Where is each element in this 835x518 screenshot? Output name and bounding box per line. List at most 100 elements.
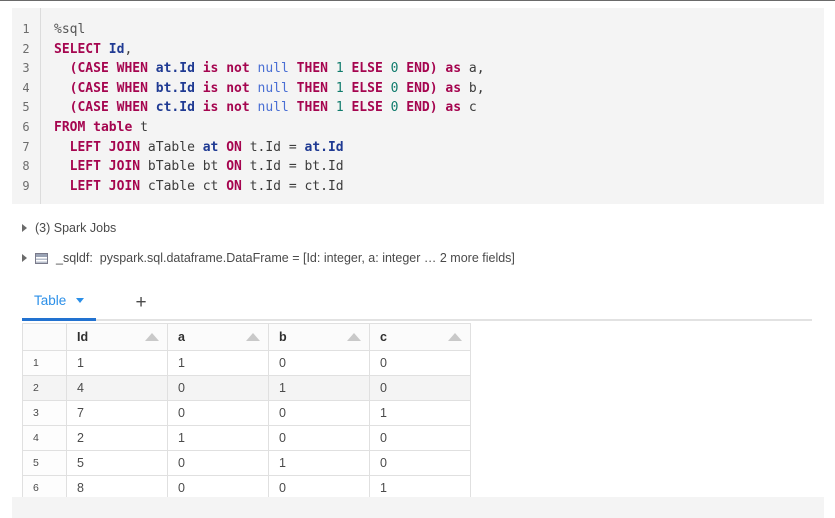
code-line-text: (CASE WHEN bt.Id is not null THEN 1 ELSE… bbox=[40, 79, 485, 99]
code-token: null bbox=[258, 61, 289, 76]
line-number: 6 bbox=[12, 118, 40, 138]
tab-table[interactable]: Table bbox=[22, 283, 96, 321]
code-token: a, bbox=[461, 61, 484, 76]
table-cell: 2 bbox=[67, 426, 168, 451]
sql-code-cell[interactable]: 1%sql2SELECT Id,3 (CASE WHEN at.Id is no… bbox=[12, 8, 824, 204]
spark-jobs-label: (3) Spark Jobs bbox=[35, 221, 116, 235]
column-header-b[interactable]: b bbox=[269, 324, 370, 351]
table-cell: 0 bbox=[370, 351, 471, 376]
code-token bbox=[195, 61, 203, 76]
table-row[interactable]: 24010 bbox=[23, 376, 471, 401]
column-header-label: a bbox=[178, 330, 185, 344]
code-line: 6 FROM table t bbox=[12, 118, 824, 138]
table-cell: 1 bbox=[168, 426, 269, 451]
code-token: aTable bbox=[140, 140, 203, 155]
code-token: 1 bbox=[336, 61, 344, 76]
code-token bbox=[328, 81, 336, 96]
code-line: 7 LEFT JOIN aTable at ON t.Id = at.Id bbox=[12, 138, 824, 158]
table-row[interactable]: 55010 bbox=[23, 451, 471, 476]
row-index-cell: 5 bbox=[23, 451, 67, 476]
code-token: t.Id = ct.Id bbox=[242, 179, 344, 194]
line-number: 9 bbox=[12, 177, 40, 197]
row-index-cell: 3 bbox=[23, 401, 67, 426]
sort-ascending-icon[interactable] bbox=[145, 333, 159, 341]
code-line: 2SELECT Id, bbox=[12, 40, 824, 60]
table-cell: 5 bbox=[67, 451, 168, 476]
code-token: END) bbox=[406, 100, 437, 115]
code-token: 1 bbox=[336, 81, 344, 96]
row-index-cell: 2 bbox=[23, 376, 67, 401]
code-token: t bbox=[132, 120, 148, 135]
code-token bbox=[383, 100, 391, 115]
code-token bbox=[328, 61, 336, 76]
code-token bbox=[54, 61, 70, 76]
code-line: 4 (CASE WHEN bt.Id is not null THEN 1 EL… bbox=[12, 79, 824, 99]
line-number: 2 bbox=[12, 40, 40, 60]
code-token: is not bbox=[203, 81, 250, 96]
spark-jobs-row[interactable]: (3) Spark Jobs bbox=[22, 221, 116, 235]
table-cell: 1 bbox=[269, 376, 370, 401]
row-index-cell: 4 bbox=[23, 426, 67, 451]
code-token: null bbox=[258, 81, 289, 96]
column-header-a[interactable]: a bbox=[168, 324, 269, 351]
code-line: 5 (CASE WHEN ct.Id is not null THEN 1 EL… bbox=[12, 98, 824, 118]
table-cell: 0 bbox=[370, 426, 471, 451]
table-row[interactable]: 37001 bbox=[23, 401, 471, 426]
code-token bbox=[289, 100, 297, 115]
code-line: 9 LEFT JOIN cTable ct ON t.Id = ct.Id bbox=[12, 177, 824, 197]
chevron-right-icon[interactable] bbox=[22, 224, 27, 232]
code-line-list: 1%sql2SELECT Id,3 (CASE WHEN at.Id is no… bbox=[12, 20, 824, 196]
code-token: bTable bt bbox=[140, 159, 226, 174]
add-visualization-button[interactable]: + bbox=[124, 283, 158, 321]
code-token: LEFT JOIN bbox=[70, 140, 140, 155]
results-table-head: Ida b c bbox=[23, 324, 471, 351]
code-token bbox=[54, 81, 70, 96]
code-token bbox=[383, 61, 391, 76]
code-token: ON bbox=[226, 159, 242, 174]
table-row[interactable]: 11100 bbox=[23, 351, 471, 376]
sort-ascending-icon[interactable] bbox=[347, 333, 361, 341]
chevron-down-icon[interactable] bbox=[76, 298, 84, 303]
code-token: as bbox=[445, 81, 461, 96]
table-cell: 0 bbox=[269, 351, 370, 376]
column-header-Id[interactable]: Id bbox=[67, 324, 168, 351]
code-token: FROM table bbox=[54, 120, 132, 135]
code-token: is not bbox=[203, 61, 250, 76]
results-table[interactable]: Idabc 111002401037001421005501068001 bbox=[22, 323, 471, 501]
code-token: at.Id bbox=[156, 61, 195, 76]
table-cell: 0 bbox=[370, 451, 471, 476]
sort-ascending-icon[interactable] bbox=[448, 333, 462, 341]
code-token bbox=[148, 100, 156, 115]
code-line: 3 (CASE WHEN at.Id is not null THEN 1 EL… bbox=[12, 59, 824, 79]
table-row[interactable]: 42100 bbox=[23, 426, 471, 451]
line-number: 5 bbox=[12, 98, 40, 118]
chevron-right-icon[interactable] bbox=[22, 254, 27, 262]
code-token: LEFT JOIN bbox=[70, 159, 140, 174]
column-header-c[interactable]: c bbox=[370, 324, 471, 351]
table-cell: 0 bbox=[168, 376, 269, 401]
column-header-label: b bbox=[279, 330, 287, 344]
code-token: as bbox=[445, 100, 461, 115]
code-token: 1 bbox=[336, 100, 344, 115]
code-token bbox=[328, 100, 336, 115]
code-line: 1%sql bbox=[12, 20, 824, 40]
column-header-label: c bbox=[380, 330, 387, 344]
dataframe-result-row[interactable]: _sqldf: pyspark.sql.dataframe.DataFrame … bbox=[22, 251, 515, 265]
code-token: ELSE bbox=[351, 81, 382, 96]
code-token: Id bbox=[109, 42, 125, 57]
results-table-body: 111002401037001421005501068001 bbox=[23, 351, 471, 501]
sort-ascending-icon[interactable] bbox=[246, 333, 260, 341]
code-token: as bbox=[445, 61, 461, 76]
code-token: b, bbox=[461, 81, 484, 96]
code-token bbox=[54, 100, 70, 115]
code-token: ON bbox=[226, 179, 242, 194]
code-token: at bbox=[203, 140, 219, 155]
code-token: END) bbox=[406, 61, 437, 76]
line-number: 4 bbox=[12, 79, 40, 99]
code-token bbox=[195, 100, 203, 115]
dataframe-label: _sqldf: pyspark.sql.dataframe.DataFrame … bbox=[56, 251, 515, 265]
code-token: at.Id bbox=[305, 140, 344, 155]
result-tab-bar: Table + bbox=[22, 283, 812, 321]
code-line-text: (CASE WHEN at.Id is not null THEN 1 ELSE… bbox=[40, 59, 485, 79]
code-token bbox=[54, 140, 70, 155]
